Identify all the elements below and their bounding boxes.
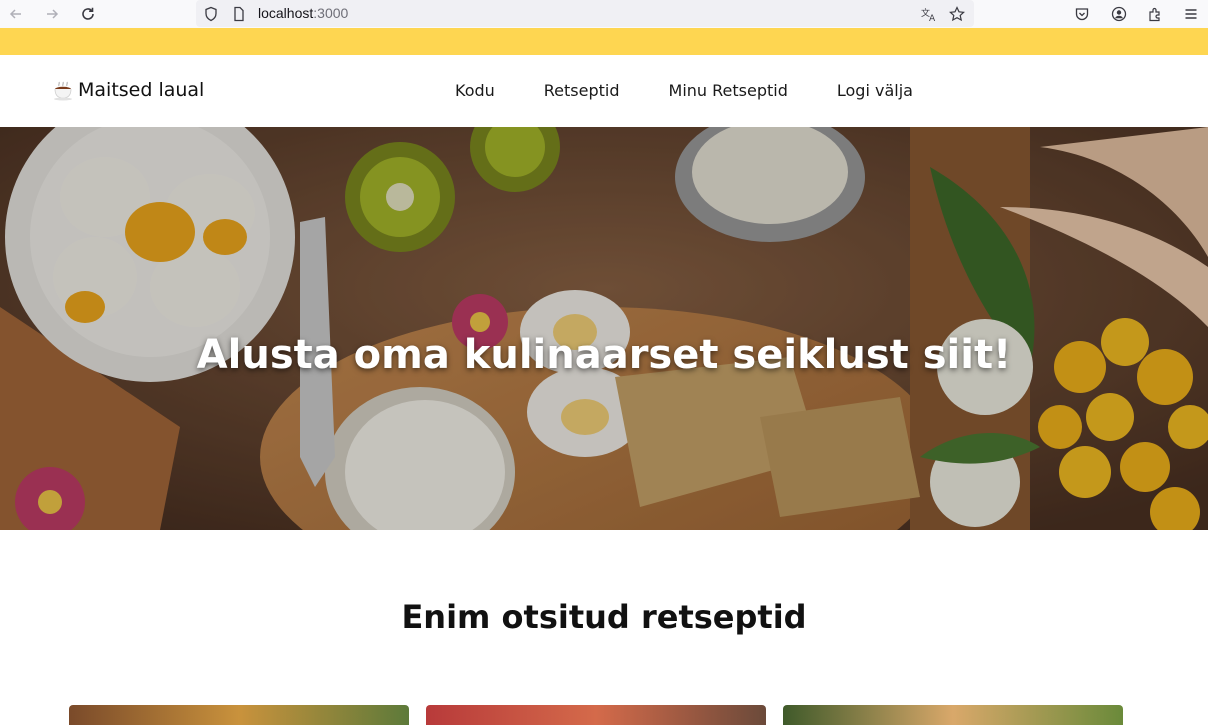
back-icon[interactable]: [6, 4, 26, 24]
logo-text: Maitsed laual: [78, 79, 205, 101]
nav-item-retseptid[interactable]: Retseptid: [544, 81, 620, 100]
nav-item-minu-retseptid[interactable]: Minu Retseptid: [669, 81, 788, 100]
shield-icon[interactable]: [202, 5, 220, 23]
url-bar[interactable]: localhost:3000 文A: [196, 0, 974, 27]
browser-toolbar: localhost:3000 文A: [0, 0, 1208, 28]
recipe-card[interactable]: [69, 705, 409, 725]
extensions-icon[interactable]: [1146, 5, 1164, 23]
coffee-cup-icon: [54, 81, 72, 101]
nav-item-logi-valja[interactable]: Logi välja: [837, 81, 913, 100]
url-host: localhost: [258, 5, 314, 21]
svg-text:A: A: [929, 14, 936, 23]
main-nav: Kodu Retseptid Minu Retseptid Logi välja: [455, 81, 913, 100]
translate-icon[interactable]: 文A: [920, 5, 938, 23]
reload-icon[interactable]: [78, 4, 98, 24]
url-text[interactable]: localhost:3000: [258, 5, 348, 21]
section-title: Enim otsitud retseptid: [401, 598, 807, 636]
hero-banner: Alusta oma kulinaarset seiklust siit!: [0, 127, 1208, 530]
recipe-card[interactable]: [783, 705, 1123, 725]
site-header: Maitsed laual Kodu Retseptid Minu Retsep…: [0, 55, 1208, 127]
menu-icon[interactable]: [1182, 5, 1200, 23]
bookmark-star-icon[interactable]: [948, 5, 966, 23]
site-logo[interactable]: Maitsed laual: [52, 79, 204, 101]
forward-icon[interactable]: [42, 4, 62, 24]
url-port: :3000: [313, 5, 349, 21]
page-icon[interactable]: [230, 5, 248, 23]
pocket-icon[interactable]: [1073, 5, 1091, 23]
nav-item-kodu[interactable]: Kodu: [455, 81, 495, 100]
hero-title: Alusta oma kulinaarset seiklust siit!: [196, 331, 1012, 378]
account-icon[interactable]: [1110, 5, 1128, 23]
recipe-card[interactable]: [426, 705, 766, 725]
accent-strip: [0, 28, 1208, 55]
hero-background-image: [0, 127, 1208, 530]
